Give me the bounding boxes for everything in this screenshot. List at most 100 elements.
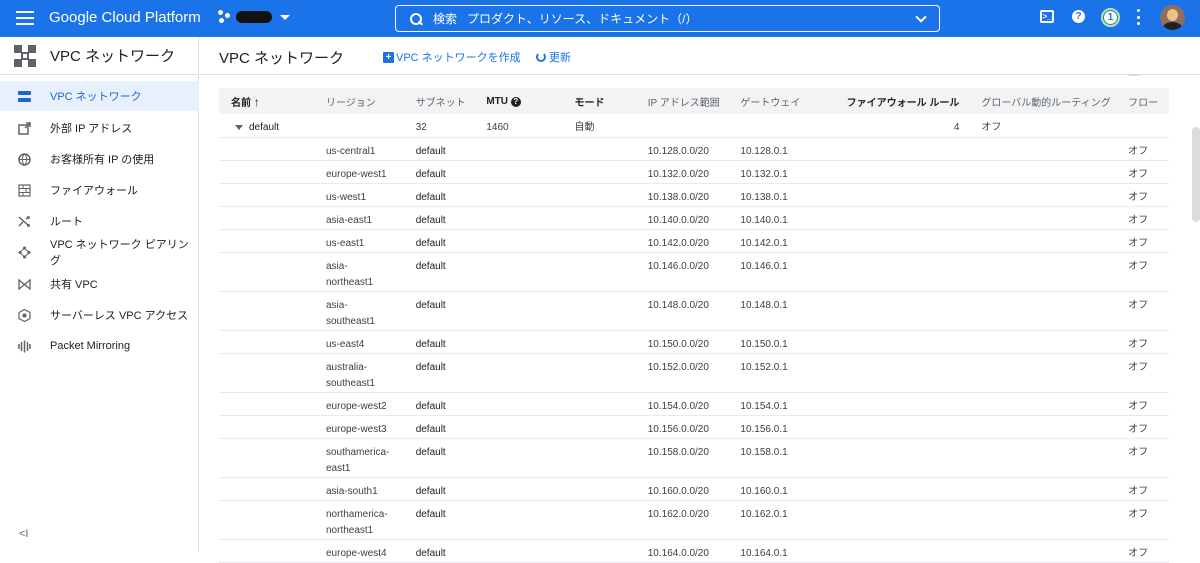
subnet-name-cell[interactable]: default [416,478,487,500]
vpc-product-icon [14,44,36,67]
sidebar-item-label: サーバーレス VPC アクセス [50,310,189,322]
sidebar-item-shared-vpc[interactable]: 共有 VPC [0,269,199,299]
table-header-row: 名前 ↑ リージョン サブネット MTU ? モード IP アドレス範囲 ゲート… [219,88,1169,114]
column-header-mtu[interactable]: MTU ? [486,88,575,114]
main-menu-icon[interactable] [16,11,34,25]
gateway-cell: 10.140.0.1 [740,214,788,226]
avatar[interactable] [1160,5,1185,30]
subnet-name-cell[interactable]: default [416,138,487,160]
sidebar-item-peering[interactable]: VPC ネットワーク ピアリング [0,237,199,267]
subnet-name-cell[interactable]: default [416,439,487,461]
search-input[interactable]: プロダクト、リソース、ドキュメント（/） [467,10,698,27]
brand-title[interactable]: Google Cloud Platform [49,9,201,26]
subnet-name-cell[interactable]: default [416,161,487,183]
ip-range-cell: 10.146.0.0/20 [647,260,709,272]
subnet-name-cell[interactable]: default [416,393,487,415]
page-title: VPC ネットワーク [219,50,345,67]
notifications-badge[interactable]: 1 [1101,8,1120,27]
gateway-cell: 10.162.0.1 [740,508,788,520]
sidebar-item-serverless-vpc[interactable]: サーバーレス VPC アクセス [0,300,199,330]
column-header-firewall-rules[interactable]: ファイアウォール ルール [846,88,982,114]
subnet-row[interactable]: asia-east1 default 10.140.0.0/20 10.140.0.1… [219,206,1169,230]
project-selector[interactable] [218,10,290,24]
sidebar-item-packet-mirroring[interactable]: Packet Mirroring [0,331,199,361]
network-row[interactable]: default 32 1460 自動 4 オフ [219,114,1169,138]
vpc-networks-table: 名前 ↑ リージョン サブネット MTU ? モード IP アドレス範囲 ゲート… [219,88,1169,563]
subnet-row[interactable]: europe-west2 default 10.154.0.0/20 10.154.0… [219,392,1169,416]
help-icon[interactable]: ? [1072,10,1085,23]
cloud-shell-icon[interactable]: >_ [1040,10,1054,23]
expand-arrow-icon[interactable] [235,124,243,130]
subnet-row[interactable]: northamerica-northeast1 default 10.162.0.0… [219,500,1169,540]
subnet-name-cell[interactable]: default [416,230,487,252]
subnet-name-cell[interactable]: default [416,207,487,229]
sidebar-item-vpc-networks[interactable]: VPC ネットワーク [0,81,199,111]
subnet-name-cell[interactable]: default [416,253,487,275]
subnet-row[interactable]: asia-northeast1 default 10.146.0.0/20 10.14… [219,252,1169,292]
subnet-row[interactable]: australia-southeast1 default 10.152.0.0/20… [219,353,1169,393]
subnet-row[interactable]: southamerica-east1 default 10.158.0.0/20 10… [219,438,1169,478]
column-display-icon[interactable] [1129,74,1139,76]
subnet-name-cell[interactable]: default [416,331,487,353]
subnet-name-cell[interactable]: default [416,416,487,438]
subnet-name-cell[interactable]: default [416,540,487,562]
flow-logs-cell: オフ [1128,547,1149,559]
search-bar[interactable]: 検索 プロダクト、リソース、ドキュメント（/） [395,5,940,32]
subnet-name-cell[interactable]: default [416,292,487,314]
sidebar-item-label: ルート [50,216,83,228]
subnet-name-cell[interactable]: default [416,354,487,376]
region-cell: australia-southeast1 [325,361,375,389]
create-vpc-network-button[interactable]: + VPC ネットワークを作成 [383,49,521,65]
flow-logs-cell: オフ [1128,338,1149,350]
column-header-global-routing[interactable]: グローバル動的ルーティング [981,88,1129,114]
region-cell: asia-south1 [325,485,378,497]
sidebar-item-routes[interactable]: ルート [0,206,199,236]
ip-range-cell: 10.148.0.0/20 [647,299,709,311]
column-header-mode[interactable]: モード [574,88,648,114]
sort-ascending-icon[interactable]: ↑ [254,95,260,109]
region-cell: us-east4 [325,338,365,350]
sidebar-item-firewall[interactable]: ファイアウォール [0,175,199,205]
subnet-row[interactable]: us-east1 default 10.142.0.0/20 10.142.0.1 オフ [219,229,1169,253]
subnet-row[interactable]: us-central1 default 10.128.0.0/20 10.128.0.… [219,137,1169,161]
subnet-row[interactable]: europe-west1 default 10.132.0.0/20 10.132.0… [219,160,1169,184]
column-header-flow-logs[interactable]: フロー [1128,88,1169,114]
search-expand-icon[interactable] [915,11,927,23]
ip-range-cell: 10.152.0.0/20 [647,361,709,373]
sidebar-item-label: VPC ネットワーク ピアリング [50,239,189,267]
column-header-region[interactable]: リージョン [325,88,416,114]
refresh-button[interactable]: 更新 [536,49,571,65]
vpc-network-icon [18,90,31,103]
region-cell: europe-west3 [325,423,387,435]
column-header-name[interactable]: 名前 ↑ [219,88,326,114]
subnet-name-cell[interactable]: default [416,184,487,206]
flow-logs-cell: オフ [1128,508,1149,520]
gateway-cell: 10.128.0.1 [740,145,788,157]
column-header-gateway[interactable]: ゲートウェイ [740,88,847,114]
column-header-subnet[interactable]: サブネット [415,88,487,114]
network-name[interactable]: default [249,122,279,133]
ip-range-cell: 10.154.0.0/20 [647,400,709,412]
region-cell: northamerica-northeast1 [325,508,388,536]
subnet-row[interactable]: europe-west4 default 10.164.0.0/20 10.164.0… [219,539,1169,563]
network-firewall-rules[interactable]: 4 [847,114,982,136]
more-vert-icon[interactable] [1137,9,1141,25]
help-icon[interactable]: ? [510,96,521,107]
flow-logs-cell: オフ [1128,423,1149,435]
add-icon: + [383,51,394,63]
network-subnet-count: 32 [415,122,427,133]
sidebar-item-byoip[interactable]: お客様所有 IP の使用 [0,144,199,174]
subnet-row[interactable]: us-east4 default 10.150.0.0/20 10.150.0.1 オフ [219,330,1169,354]
gateway-cell: 10.154.0.1 [740,400,788,412]
sidebar-item-external-ip[interactable]: 外部 IP アドレス [0,113,199,143]
subnet-name-cell[interactable]: default [416,501,487,523]
subnet-row[interactable]: europe-west3 default 10.156.0.0/20 10.156.0… [219,415,1169,439]
subnet-row[interactable]: asia-south1 default 10.160.0.0/20 10.160.0.… [219,477,1169,501]
collapse-sidebar-icon[interactable]: <I [19,528,28,540]
subnet-row[interactable]: asia-southeast1 default 10.148.0.0/20 10.14… [219,291,1169,331]
subnet-row[interactable]: us-west1 default 10.138.0.0/20 10.138.0.1 オフ [219,183,1169,207]
vertical-scrollbar[interactable] [1192,127,1200,222]
project-icon [218,10,232,24]
project-name-redacted [236,11,272,23]
column-header-ip-range[interactable]: IP アドレス範囲 [647,88,741,114]
